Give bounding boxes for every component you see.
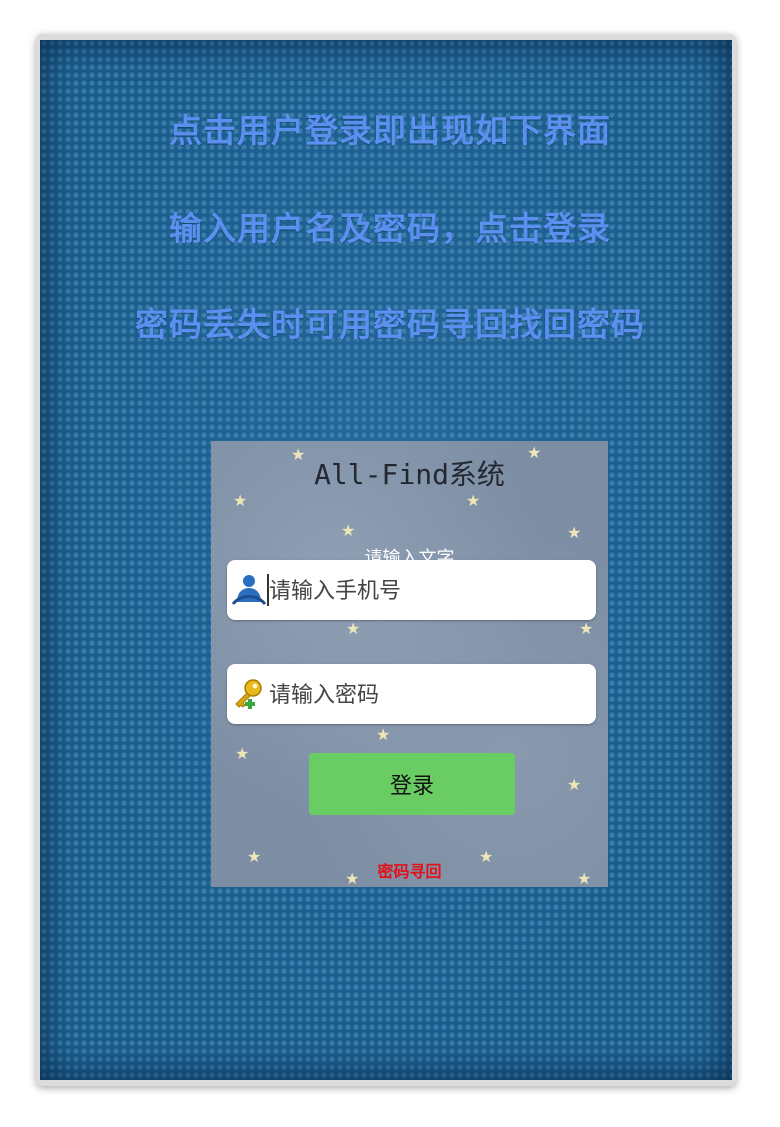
star-decoration: ★: [567, 523, 582, 542]
instruction-line-1: 点击用户登录即出现如下界面: [169, 111, 611, 150]
star-decoration: ★: [567, 775, 582, 794]
key-icon: [231, 676, 267, 712]
star-decoration: ★: [235, 744, 250, 763]
login-screen: ★ ★ ★ ★ ★ ★ ★ ★ ★ ★ ★ ★ ★ ★ ★ All-Find系统…: [211, 441, 608, 887]
password-recovery-link[interactable]: 密码寻回: [211, 858, 608, 882]
star-decoration: ★: [466, 491, 481, 510]
user-icon: [231, 572, 267, 608]
instruction-line-3: 密码丢失时可用密码寻回找回密码: [135, 305, 645, 344]
password-field[interactable]: [227, 664, 596, 724]
instruction-line-2: 输入用户名及密码，点击登录: [169, 209, 611, 248]
star-decoration: ★: [376, 725, 391, 744]
login-button[interactable]: 登录: [309, 753, 515, 815]
star-decoration: ★: [346, 619, 361, 638]
password-input[interactable]: [267, 672, 591, 718]
app-title: All-Find系统: [314, 458, 505, 491]
star-decoration: ★: [233, 491, 248, 510]
star-decoration: ★: [579, 619, 594, 638]
phone-input[interactable]: [267, 568, 591, 614]
star-decoration: ★: [341, 521, 356, 540]
phone-field[interactable]: [227, 560, 596, 620]
